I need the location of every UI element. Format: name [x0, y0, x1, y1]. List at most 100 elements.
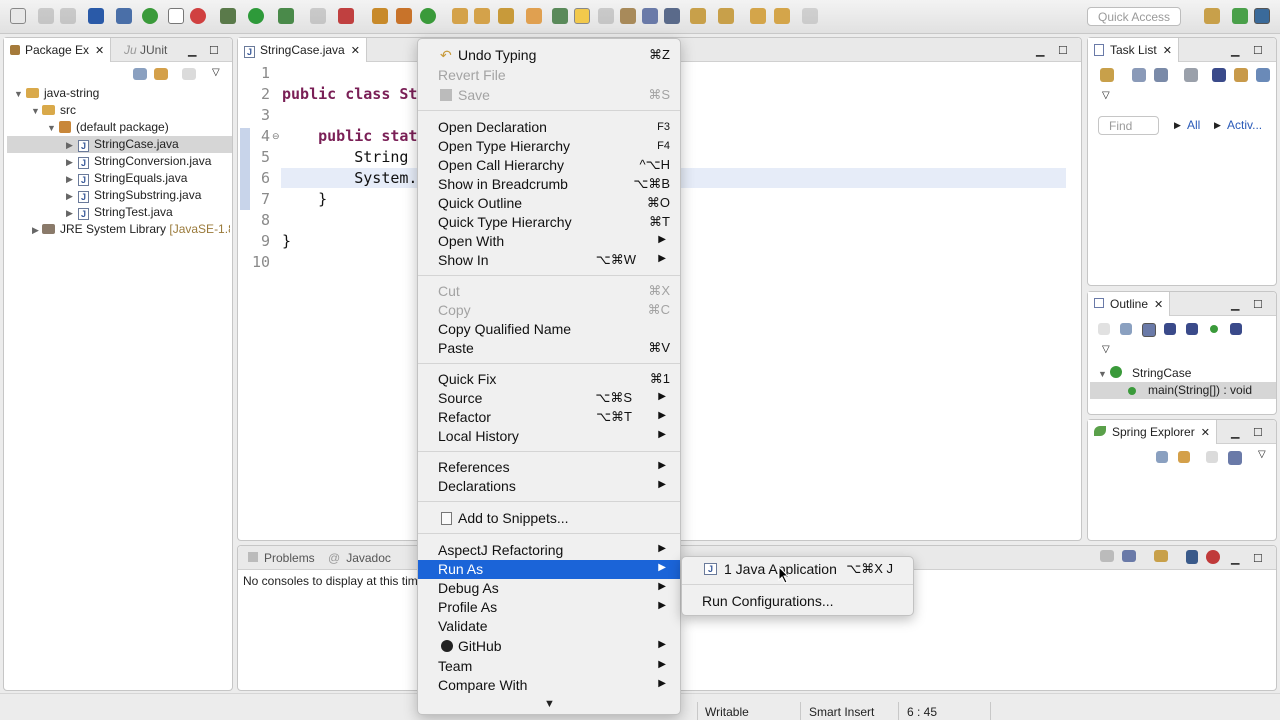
collapsed-arrow-icon[interactable]: ▶: [66, 191, 73, 202]
debug-icon[interactable]: [220, 8, 236, 24]
spring-icon[interactable]: [142, 8, 158, 24]
menu-item-open-type-hierarchy[interactable]: Open Type Hierarchy F4: [418, 137, 680, 156]
tab-outline[interactable]: Outline ✕: [1088, 292, 1171, 316]
close-icon[interactable]: ✕: [1163, 45, 1172, 57]
java-perspective-icon[interactable]: [1254, 8, 1270, 24]
menu-item-cut[interactable]: Cut ⌘X: [418, 282, 680, 301]
pin-console-icon[interactable]: [1100, 550, 1114, 562]
expand-arrow-icon[interactable]: ▼: [31, 106, 40, 116]
display-console-icon[interactable]: [1122, 550, 1136, 562]
menu-item-validate[interactable]: Validate: [418, 617, 680, 636]
expand-arrow-icon[interactable]: ▼: [47, 123, 56, 133]
tab-junit[interactable]: Ju JUnit: [118, 38, 173, 62]
collapse-all-icon[interactable]: [1156, 451, 1168, 463]
run-coverage-icon[interactable]: [278, 8, 294, 24]
collapse-tasks-icon[interactable]: [1256, 68, 1270, 82]
menu-item-paste[interactable]: Paste ⌘V: [418, 339, 680, 358]
hide-completed-icon[interactable]: [1212, 68, 1226, 82]
fold-icon[interactable]: ⊖: [272, 131, 280, 142]
code-line[interactable]: String: [282, 148, 408, 166]
collapse-outline-icon[interactable]: [1098, 323, 1110, 335]
new-package-icon[interactable]: [396, 8, 412, 24]
menu-item-refactor[interactable]: Refactor ⌥⌘T ▶: [418, 408, 680, 427]
tree-item-stringtest[interactable]: J StringTest.java: [78, 204, 173, 221]
maximize-icon[interactable]: ☐: [1253, 298, 1263, 311]
back-history-icon[interactable]: [774, 8, 790, 24]
highlight-icon[interactable]: [574, 8, 590, 24]
forward-icon[interactable]: [802, 8, 818, 24]
toggle-mark-icon[interactable]: [168, 8, 184, 24]
collapse-all-icon[interactable]: [133, 68, 147, 80]
collapsed-arrow-icon[interactable]: ▶: [32, 225, 39, 236]
new-task-icon[interactable]: [1100, 68, 1114, 82]
menu-item-copy[interactable]: Copy ⌘C: [418, 301, 680, 320]
scheduled-icon[interactable]: [1154, 68, 1168, 82]
minimize-icon[interactable]: ▁: [188, 44, 196, 57]
code-line[interactable]: System.: [282, 169, 417, 187]
tree-item-src[interactable]: src: [42, 102, 76, 119]
collapsed-arrow-icon[interactable]: ▶: [66, 157, 73, 168]
hide-nonpublic-icon[interactable]: [1210, 325, 1218, 333]
menu-item-java-application[interactable]: J 1 Java Application ⌥⌘X J: [682, 560, 913, 579]
link-with-editor-icon[interactable]: [154, 68, 168, 80]
menu-item-compare-with[interactable]: Compare With ▶: [418, 676, 680, 695]
new-icon[interactable]: [10, 8, 26, 24]
tree-item-project[interactable]: java-string: [26, 85, 99, 102]
minimize-icon[interactable]: ▁: [1036, 44, 1044, 57]
word-wrap-icon[interactable]: [620, 8, 636, 24]
menu-item-profile-as[interactable]: Profile As ▶: [418, 598, 680, 617]
external-tools-icon[interactable]: [338, 8, 354, 24]
sync-icon[interactable]: [1184, 68, 1198, 82]
focus-workweek-icon[interactable]: [1234, 68, 1248, 82]
focus-icon[interactable]: [182, 68, 196, 80]
code-line[interactable]: }: [282, 190, 327, 208]
all-link[interactable]: All: [1187, 118, 1200, 132]
collapsed-arrow-icon[interactable]: ▶: [66, 140, 73, 151]
new-java-project-icon[interactable]: [372, 8, 388, 24]
hierarchy-icon[interactable]: [552, 8, 568, 24]
close-icon[interactable]: ✕: [351, 45, 360, 57]
menu-item-aspectj-refactoring[interactable]: AspectJ Refactoring ▶: [418, 541, 680, 560]
menu-item-local-history[interactable]: Local History ▶: [418, 427, 680, 446]
view-menu-icon[interactable]: ▽: [1102, 90, 1110, 101]
close-icon[interactable]: ✕: [1201, 427, 1210, 439]
categorized-icon[interactable]: [1132, 68, 1146, 82]
block-select-icon[interactable]: [642, 8, 658, 24]
spring-dashboard-icon[interactable]: [1206, 550, 1220, 564]
open-perspective-icon[interactable]: [1204, 8, 1220, 24]
search-icon[interactable]: [498, 8, 514, 24]
menu-item-source[interactable]: Source ⌥⌘S ▶: [418, 389, 680, 408]
code-line[interactable]: }: [282, 232, 291, 250]
menu-item-add-to-snippets[interactable]: Add to Snippets...: [418, 509, 680, 528]
outline-method[interactable]: main(String[]) : void: [1148, 383, 1252, 397]
filter-icon[interactable]: [1206, 451, 1218, 463]
open-resource-icon[interactable]: [474, 8, 490, 24]
menu-item-run-configurations[interactable]: Run Configurations...: [682, 592, 913, 611]
expand-arrow-icon[interactable]: ▼: [1098, 369, 1107, 379]
open-task-icon[interactable]: [526, 8, 542, 24]
hide-fields-icon[interactable]: [1164, 323, 1176, 335]
tab-task-list[interactable]: Task List ✕: [1088, 38, 1179, 62]
tab-package-explorer[interactable]: Package Ex ✕: [4, 38, 112, 62]
scroll-down-icon[interactable]: ▼: [544, 698, 555, 710]
menu-item-quick-fix[interactable]: Quick Fix ⌘1: [418, 370, 680, 389]
menu-item-references[interactable]: References ▶: [418, 458, 680, 477]
menu-item-open-with[interactable]: Open With ▶: [418, 232, 680, 251]
tree-item-stringequals[interactable]: J StringEquals.java: [78, 170, 187, 187]
back-icon[interactable]: [750, 8, 766, 24]
maximize-icon[interactable]: ☐: [1253, 44, 1263, 57]
close-icon[interactable]: ✕: [1154, 299, 1163, 311]
menu-item-github[interactable]: GitHub ▶: [418, 637, 680, 656]
tab-spring-explorer[interactable]: Spring Explorer ✕: [1088, 420, 1217, 444]
code-line[interactable]: public class St: [282, 85, 417, 103]
collapsed-arrow-icon[interactable]: ▶: [66, 208, 73, 219]
view-menu-icon[interactable]: ▽: [212, 67, 220, 78]
menu-item-team[interactable]: Team ▶: [418, 657, 680, 676]
menu-item-show-in-breadcrumb[interactable]: Show in Breadcrumb ⌥⌘B: [418, 175, 680, 194]
save-all-icon[interactable]: [60, 8, 76, 24]
tree-item-default-package[interactable]: (default package): [59, 119, 169, 136]
open-type-icon[interactable]: [452, 8, 468, 24]
menu-item-show-in[interactable]: Show In ⌥⌘W ▶: [418, 251, 680, 270]
tab-stringcase-java[interactable]: J StringCase.java ✕: [238, 38, 367, 62]
minimize-icon[interactable]: ▁: [1231, 552, 1239, 565]
